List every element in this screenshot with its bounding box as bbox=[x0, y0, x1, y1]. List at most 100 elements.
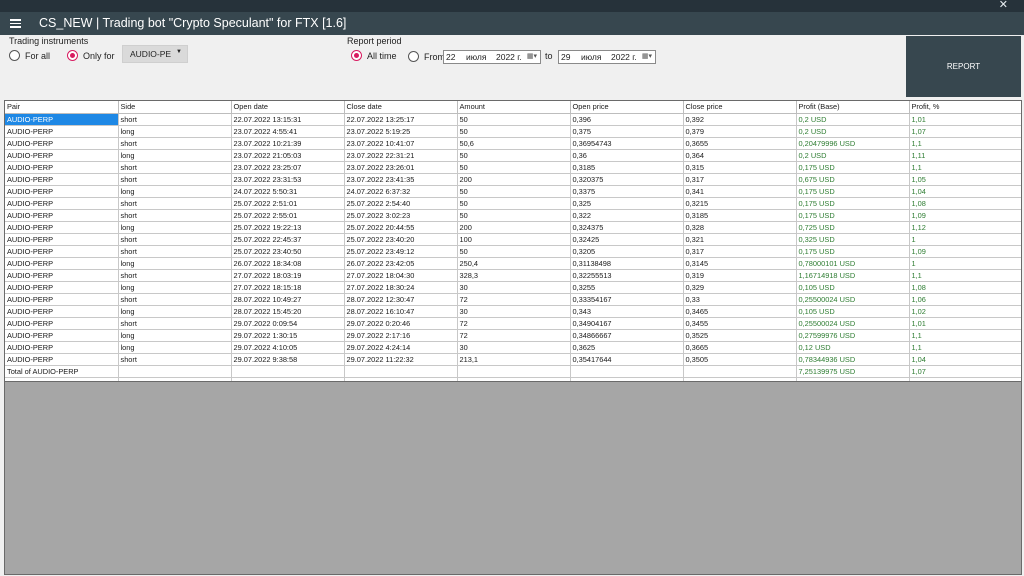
table-cell[interactable]: 72 bbox=[457, 317, 571, 330]
table-cell[interactable]: AUDIO-PERP bbox=[5, 269, 119, 282]
radio-for-all[interactable]: For all bbox=[9, 50, 50, 61]
table-cell[interactable]: 0,329 bbox=[683, 281, 797, 294]
table-cell[interactable]: AUDIO-PERP bbox=[5, 233, 119, 246]
table-cell[interactable]: short bbox=[118, 293, 232, 306]
table-cell[interactable]: 0,32255513 bbox=[570, 269, 684, 282]
report-table[interactable]: Pair Side Open date Close date Amount Open pr… bbox=[4, 100, 1022, 382]
table-cell[interactable]: 0,34904167 bbox=[570, 317, 684, 330]
table-cell[interactable]: 0,341 bbox=[683, 185, 797, 198]
table-cell[interactable]: 0,2 USD bbox=[796, 149, 910, 162]
table-cell[interactable]: 29.07.2022 11:22:32 bbox=[344, 353, 458, 366]
table-cell[interactable]: 23.07.2022 23:31:53 bbox=[231, 173, 345, 186]
table-cell[interactable]: 26.07.2022 23:42:05 bbox=[344, 257, 458, 270]
table-cell[interactable]: 0,20479996 USD bbox=[796, 137, 910, 150]
table-cell[interactable]: AUDIO-PERP bbox=[5, 221, 119, 234]
table-cell[interactable]: 23.07.2022 4:55:41 bbox=[231, 125, 345, 138]
table-cell[interactable]: 22.07.2022 13:15:31 bbox=[231, 113, 345, 126]
table-cell[interactable]: 25.07.2022 23:40:20 bbox=[344, 233, 458, 246]
column-header[interactable]: Close date bbox=[344, 101, 458, 114]
table-cell[interactable]: AUDIO-PERP bbox=[5, 329, 119, 342]
table-cell[interactable]: 0,175 USD bbox=[796, 209, 910, 222]
table-cell[interactable]: 1,08 bbox=[909, 281, 1021, 294]
table-row[interactable]: AUDIO-PERP long 24.07.2022 5:50:31 24.07.20… bbox=[5, 185, 1021, 198]
table-cell[interactable]: 0,396 bbox=[570, 113, 684, 126]
table-cell[interactable]: 0,3465 bbox=[683, 305, 797, 318]
table-cell[interactable]: 0,725 USD bbox=[796, 221, 910, 234]
table-cell[interactable]: 23.07.2022 5:19:25 bbox=[344, 125, 458, 138]
table-cell[interactable]: 0,320375 bbox=[570, 173, 684, 186]
table-row[interactable]: AUDIO-PERP long 28.07.2022 15:45:20 28.07.2… bbox=[5, 305, 1021, 318]
table-cell[interactable]: long bbox=[118, 305, 232, 318]
table-cell[interactable]: 26.07.2022 18:34:08 bbox=[231, 257, 345, 270]
table-cell[interactable]: 250,4 bbox=[457, 257, 571, 270]
table-cell[interactable]: short bbox=[118, 197, 232, 210]
table-cell[interactable]: 200 bbox=[457, 221, 571, 234]
table-cell[interactable]: AUDIO-PERP bbox=[5, 245, 119, 258]
table-cell[interactable]: 50 bbox=[457, 113, 571, 126]
column-header[interactable]: Close price bbox=[683, 101, 797, 114]
table-cell[interactable]: 1,09 bbox=[909, 209, 1021, 222]
table-cell[interactable]: 27.07.2022 18:03:19 bbox=[231, 269, 345, 282]
table-cell[interactable]: 29.07.2022 1:30:15 bbox=[231, 329, 345, 342]
table-cell[interactable]: 0,105 USD bbox=[796, 281, 910, 294]
table-cell[interactable]: long bbox=[118, 221, 232, 234]
table-cell[interactable]: 1,1 bbox=[909, 137, 1021, 150]
calendar-icon[interactable]: ▦▾ bbox=[527, 52, 537, 60]
table-cell[interactable]: AUDIO-PERP bbox=[5, 317, 119, 330]
table-cell[interactable]: 0,32425 bbox=[570, 233, 684, 246]
table-cell[interactable]: 0,3525 bbox=[683, 329, 797, 342]
table-row[interactable]: AUDIO-PERP long 27.07.2022 18:15:18 27.07.2… bbox=[5, 281, 1021, 294]
table-cell[interactable]: 0,31138498 bbox=[570, 257, 684, 270]
table-cell[interactable]: long bbox=[118, 341, 232, 354]
table-cell[interactable]: 0,12 USD bbox=[796, 341, 910, 354]
table-cell[interactable]: 0,3215 bbox=[683, 197, 797, 210]
table-row[interactable]: AUDIO-PERP short 25.07.2022 2:55:01 25.07.2… bbox=[5, 209, 1021, 222]
total-cell[interactable] bbox=[457, 365, 571, 378]
table-cell[interactable]: long bbox=[118, 329, 232, 342]
table-cell[interactable]: 50 bbox=[457, 185, 571, 198]
table-cell[interactable]: 22.07.2022 13:25:17 bbox=[344, 113, 458, 126]
table-cell[interactable]: 1,11 bbox=[909, 149, 1021, 162]
table-cell[interactable]: 1,1 bbox=[909, 329, 1021, 342]
table-cell[interactable]: 25.07.2022 23:40:50 bbox=[231, 245, 345, 258]
total-cell[interactable] bbox=[344, 365, 458, 378]
table-cell[interactable]: 0,3185 bbox=[570, 161, 684, 174]
table-cell[interactable]: AUDIO-PERP bbox=[5, 293, 119, 306]
table-row[interactable]: AUDIO-PERP long 29.07.2022 4:10:05 29.07.20… bbox=[5, 341, 1021, 354]
table-cell[interactable]: 213,1 bbox=[457, 353, 571, 366]
total-cell[interactable]: Total of AUDIO-PERP bbox=[5, 365, 119, 378]
table-cell[interactable]: 1,07 bbox=[909, 125, 1021, 138]
table-cell[interactable]: short bbox=[118, 353, 232, 366]
table-cell[interactable]: 0,3505 bbox=[683, 353, 797, 366]
table-row[interactable]: AUDIO-PERP long 25.07.2022 19:22:13 25.07.2… bbox=[5, 221, 1021, 234]
table-cell[interactable]: AUDIO-PERP bbox=[5, 161, 119, 174]
table-cell[interactable]: short bbox=[118, 269, 232, 282]
table-cell[interactable]: 0,321 bbox=[683, 233, 797, 246]
table-cell[interactable]: 0,375 bbox=[570, 125, 684, 138]
close-icon[interactable]: ✕ bbox=[999, 0, 1008, 11]
table-cell[interactable]: 0,3655 bbox=[683, 137, 797, 150]
hamburger-menu-icon[interactable] bbox=[10, 19, 21, 28]
table-cell[interactable]: 0,324375 bbox=[570, 221, 684, 234]
table-cell[interactable]: 27.07.2022 18:15:18 bbox=[231, 281, 345, 294]
table-row[interactable]: AUDIO-PERP short 28.07.2022 10:49:27 28.07.… bbox=[5, 293, 1021, 306]
table-cell[interactable]: AUDIO-PERP bbox=[5, 125, 119, 138]
total-cell[interactable]: 7,25139975 USD bbox=[796, 365, 910, 378]
total-cell[interactable] bbox=[231, 365, 345, 378]
table-cell[interactable]: 1,06 bbox=[909, 293, 1021, 306]
table-cell[interactable]: 0,379 bbox=[683, 125, 797, 138]
table-cell[interactable]: 0,3665 bbox=[683, 341, 797, 354]
table-row[interactable]: AUDIO-PERP short 25.07.2022 22:45:37 25.07.… bbox=[5, 233, 1021, 246]
table-cell[interactable]: 72 bbox=[457, 329, 571, 342]
table-cell[interactable]: 0,35417644 bbox=[570, 353, 684, 366]
table-cell[interactable]: 1,1 bbox=[909, 269, 1021, 282]
table-cell[interactable]: AUDIO-PERP bbox=[5, 113, 119, 126]
table-cell[interactable]: 50,6 bbox=[457, 137, 571, 150]
table-cell[interactable]: 25.07.2022 22:45:37 bbox=[231, 233, 345, 246]
table-cell[interactable]: 0,175 USD bbox=[796, 185, 910, 198]
table-cell[interactable]: 1,16714918 USD bbox=[796, 269, 910, 282]
table-cell[interactable]: 0,78344936 USD bbox=[796, 353, 910, 366]
table-cell[interactable]: 25.07.2022 2:51:01 bbox=[231, 197, 345, 210]
total-cell[interactable]: 1,07 bbox=[909, 365, 1021, 378]
table-cell[interactable]: 27.07.2022 18:30:24 bbox=[344, 281, 458, 294]
